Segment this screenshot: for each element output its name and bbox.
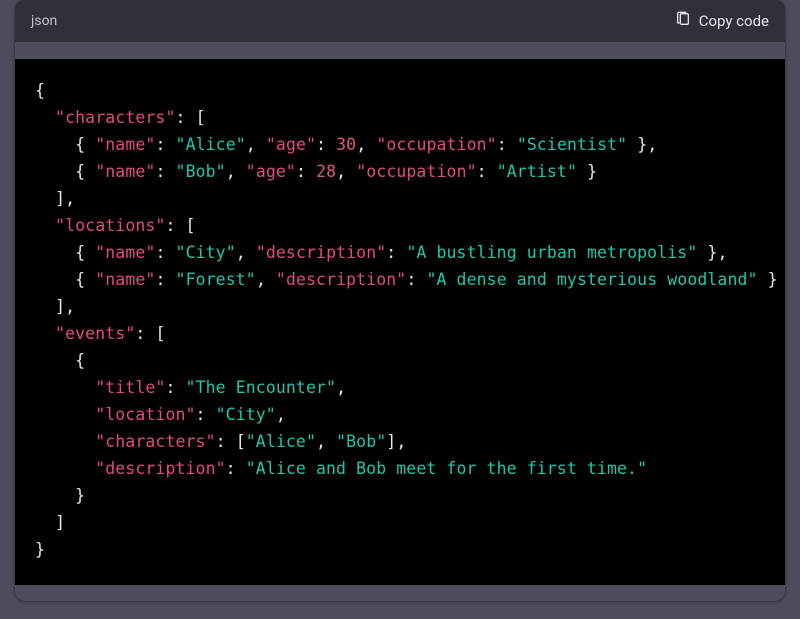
language-label: json <box>31 13 57 29</box>
code-content: { "characters": [ { "name": "Alice", "ag… <box>15 59 785 585</box>
copy-code-label: Copy code <box>699 12 769 30</box>
clipboard-icon <box>675 11 691 31</box>
code-block-card: json Copy code { "characters": [ { "name… <box>15 0 785 601</box>
code-block-header: json Copy code <box>15 0 785 42</box>
copy-code-button[interactable]: Copy code <box>675 11 769 31</box>
